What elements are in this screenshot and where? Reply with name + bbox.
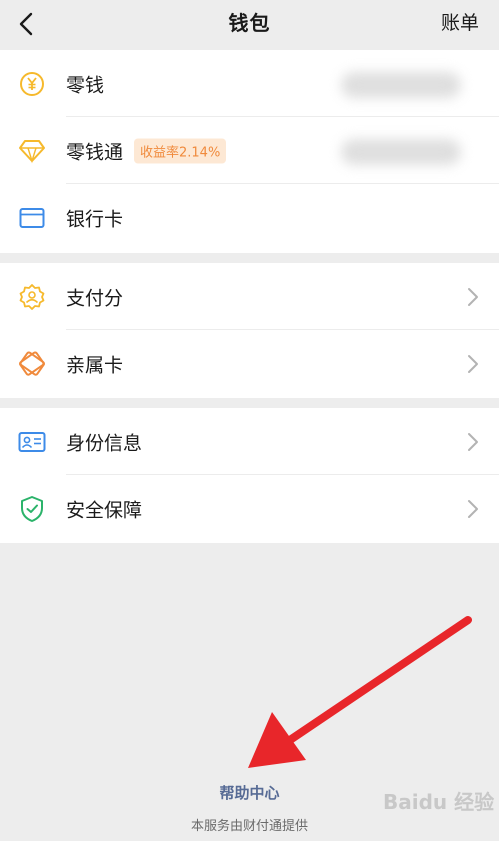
service-provider-note: 本服务由财付通提供 [190,819,308,834]
watermark-logo: Baidu 经验 [383,790,495,814]
annotation-arrow [248,616,472,768]
